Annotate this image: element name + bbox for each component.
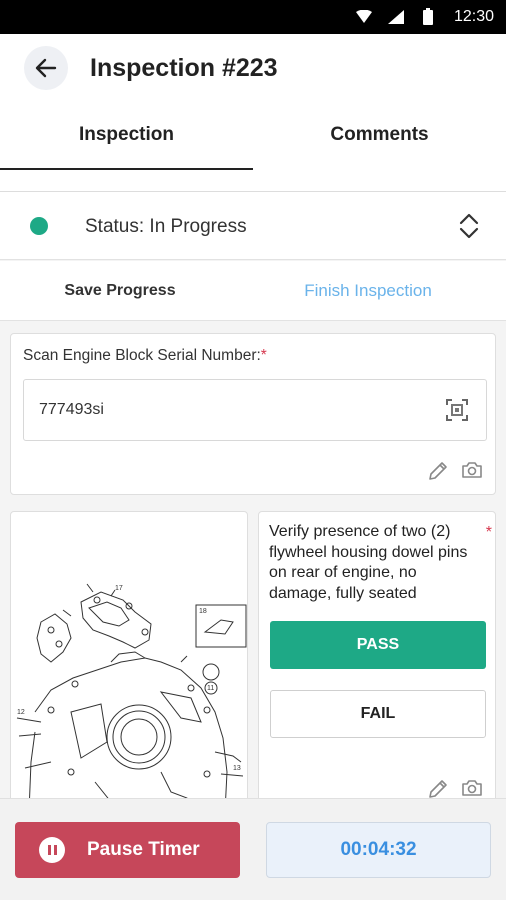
callout-label: 17 (115, 585, 123, 592)
scan-field-label-text: Scan Engine Block Serial Number: (23, 347, 261, 364)
pause-timer-button[interactable]: Pause Timer (15, 822, 240, 878)
status-label: Status: In Progress (85, 216, 247, 237)
required-marker: * (260, 347, 267, 364)
engine-diagram-card[interactable]: 17 18 11 12 13 (10, 511, 248, 811)
barcode-scan-icon[interactable] (446, 399, 468, 421)
engine-diagram-image: 17 18 11 12 13 (16, 583, 247, 810)
checklist-item-text: Verify presence of two (2) flywheel hous… (269, 523, 468, 602)
scan-serial-card: Scan Engine Block Serial Number:* 777493… (10, 333, 496, 495)
tab-inspection[interactable]: Inspection (0, 124, 253, 146)
page-title: Inspection #223 (90, 54, 278, 82)
app-bar: Inspection #223 (0, 34, 506, 104)
checklist-card-tools (427, 778, 483, 800)
active-tab-indicator (0, 168, 253, 170)
action-bar: Save Progress Finish Inspection (0, 261, 506, 321)
timer-bar: Pause Timer 00:04:32 (0, 798, 506, 900)
status-dot (30, 217, 48, 235)
back-button[interactable] (24, 46, 68, 90)
pause-timer-label: Pause Timer (87, 839, 200, 860)
tab-comments[interactable]: Comments (253, 124, 506, 146)
callout-label: 11 (207, 685, 214, 692)
pause-icon (39, 837, 65, 863)
clock: 12:30 (453, 8, 494, 25)
timer-display: 00:04:32 (266, 822, 491, 878)
callout-label: 18 (199, 608, 207, 615)
scan-card-tools (427, 460, 483, 482)
battery-icon (423, 8, 433, 25)
camera-icon[interactable] (461, 778, 483, 798)
pencil-icon[interactable] (427, 778, 449, 800)
tab-bar: Inspection Comments (0, 104, 506, 192)
status-selector[interactable]: Status: In Progress (0, 192, 506, 260)
fail-button[interactable]: FAIL (270, 690, 486, 738)
scan-field-label: Scan Engine Block Serial Number:* (23, 347, 267, 365)
camera-icon[interactable] (461, 460, 483, 480)
callout-label: 12 (17, 709, 25, 716)
pass-button[interactable]: PASS (270, 621, 486, 669)
required-marker: * (485, 524, 492, 541)
callout-label: 13 (233, 765, 241, 772)
finish-inspection-button[interactable]: Finish Inspection (240, 261, 496, 321)
pencil-icon[interactable] (427, 460, 449, 482)
serial-number-input[interactable]: 777493si (23, 379, 487, 441)
arrow-left-icon (35, 58, 57, 78)
checklist-item-card: Verify presence of two (2) flywheel hous… (258, 511, 496, 811)
serial-number-value: 777493si (39, 401, 104, 418)
system-status-bar: 12:30 (0, 0, 506, 34)
signal-icon (388, 10, 404, 24)
save-progress-button[interactable]: Save Progress (0, 261, 240, 321)
chevron-up-down-icon (459, 213, 479, 239)
wifi-icon (356, 10, 372, 23)
